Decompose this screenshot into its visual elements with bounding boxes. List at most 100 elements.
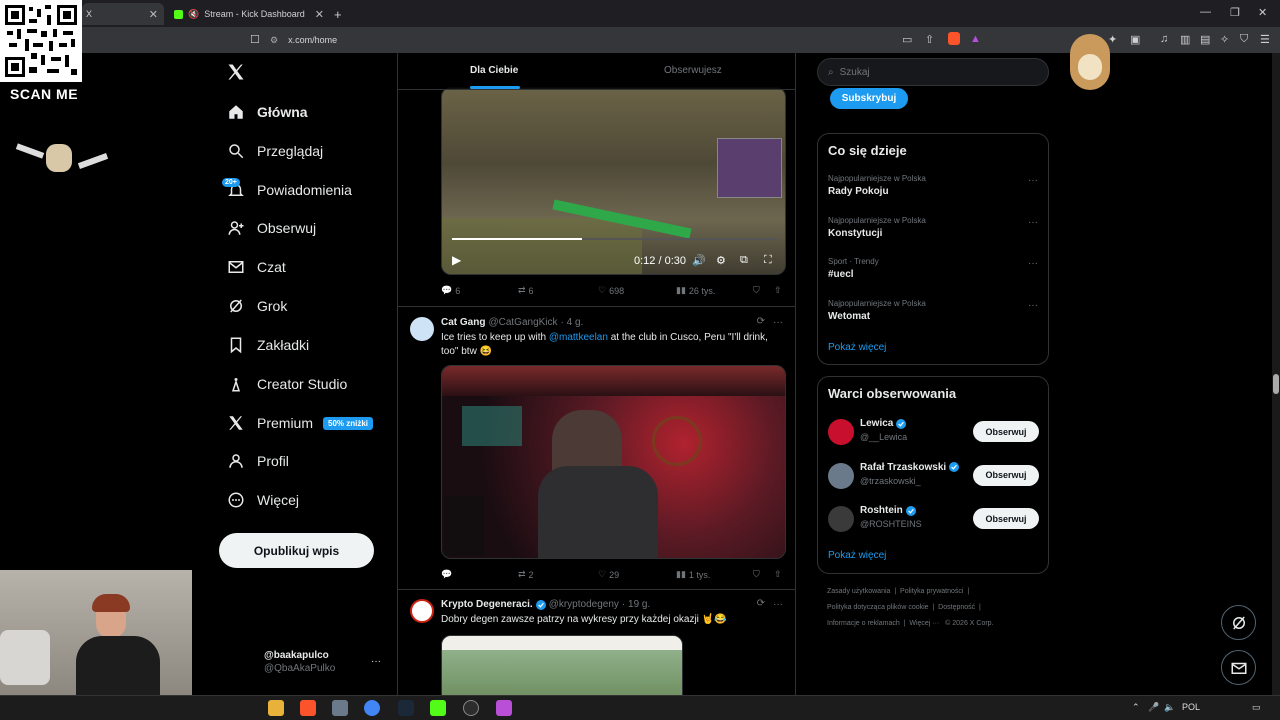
search-input[interactable]: ⌕ Szukaj [817, 58, 1049, 86]
brave-icon[interactable] [300, 700, 316, 716]
nav-item-1[interactable]: Przeglądaj [226, 136, 323, 166]
nav-item-0[interactable]: Główna [226, 97, 308, 127]
vpn-icon[interactable]: ⛉ [1240, 33, 1248, 46]
tab-for-you[interactable]: Dla Ciebie [470, 65, 518, 76]
views-button[interactable]: ▮▮ 26 tys. [676, 285, 715, 296]
tweet-time[interactable]: · 4 g. [561, 317, 584, 328]
bookmark-button[interactable]: ⛉ [753, 285, 760, 296]
trends-show-more[interactable]: Pokaż więcej [828, 342, 886, 353]
tweet-time[interactable]: · 19 g. [622, 599, 650, 610]
nav-item-8[interactable]: Premium 50% zniżki [226, 408, 374, 438]
cast-icon[interactable]: ▭ [902, 33, 912, 46]
share-button[interactable]: ⇧ [774, 569, 782, 580]
post-button[interactable]: Opublikuj wpis [219, 533, 374, 568]
who-name[interactable]: Rafał Trzaskowski [860, 462, 960, 473]
share-button[interactable]: ⇧ [774, 285, 782, 296]
avatar[interactable] [828, 419, 854, 445]
mention-link[interactable]: @mattkeelan [549, 332, 608, 343]
avatar[interactable] [410, 599, 434, 623]
avatar[interactable] [410, 317, 434, 341]
share-icon[interactable]: ⇧ [925, 33, 934, 46]
kick-icon[interactable] [430, 700, 446, 716]
restore-icon[interactable]: ❐ [1230, 6, 1240, 19]
close-icon[interactable]: ✕ [149, 8, 158, 21]
footer-link[interactable]: Polityka prywatności [900, 588, 963, 595]
x-logo-icon[interactable] [226, 62, 246, 87]
bookmark-button[interactable]: ⛉ [753, 569, 760, 580]
trend-more-icon[interactable]: ··· [1028, 258, 1038, 269]
volume-icon[interactable]: 🔊 [692, 254, 706, 267]
notifications-icon[interactable]: ▭ [1252, 702, 1261, 713]
play-icon[interactable]: ▶ [452, 253, 472, 269]
fullscreen-icon[interactable]: ⛶ [764, 254, 772, 267]
nav-item-6[interactable]: Zakładki [226, 330, 309, 360]
follow-button[interactable]: Obserwuj [973, 508, 1039, 529]
trend-more-icon[interactable]: ··· [1028, 217, 1038, 228]
settings-icon[interactable]: ⚙ [716, 254, 726, 267]
footer-link[interactable]: Więcej ··· [909, 620, 939, 627]
author-handle[interactable]: @kryptodegeny [549, 599, 619, 610]
menu-icon[interactable]: ☰ [1260, 33, 1270, 46]
who-show-more[interactable]: Pokaż więcej [828, 550, 886, 561]
close-icon[interactable]: ✕ [315, 8, 324, 21]
footer-link[interactable]: Zasady użytkowania [827, 588, 890, 595]
grok-icon[interactable]: ⟳ [757, 316, 765, 327]
streamlabs-icon[interactable] [496, 700, 512, 716]
tweet-more-icon[interactable]: ··· [773, 317, 783, 328]
site-settings-icon[interactable]: ⚙ [270, 35, 278, 46]
media-icon[interactable]: ♫ [1160, 33, 1168, 45]
author-name[interactable]: Cat Gang [441, 317, 485, 328]
new-tab-button[interactable]: + [334, 3, 348, 25]
nav-item-10[interactable]: Więcej [226, 485, 299, 515]
follow-button[interactable]: Obserwuj [973, 421, 1039, 442]
app-icon[interactable] [332, 700, 348, 716]
nav-item-3[interactable]: Obserwuj [226, 213, 316, 243]
leo-icon[interactable]: ✧ [1220, 33, 1229, 46]
who-name[interactable]: Lewica [860, 418, 907, 429]
nav-item-7[interactable]: Creator Studio [226, 369, 347, 399]
reply-button[interactable]: 💬 [441, 569, 455, 580]
sidebar-icon[interactable]: ▥ [1180, 33, 1190, 46]
footer-link[interactable]: Polityka dotycząca plików cookie [827, 604, 929, 611]
grok-icon[interactable]: ⟳ [757, 598, 765, 609]
scrollbar-thumb[interactable] [1273, 374, 1279, 394]
trend-more-icon[interactable]: ··· [1028, 300, 1038, 311]
follow-button[interactable]: Obserwuj [973, 464, 1039, 486]
views-button[interactable]: ▮▮ 1 tys. [676, 569, 710, 580]
repost-button[interactable]: ⇄ 6 [518, 285, 534, 296]
wallet2-icon[interactable]: ▤ [1200, 33, 1210, 46]
like-button[interactable]: ♡ 29 [598, 569, 619, 580]
nav-item-5[interactable]: Grok [226, 291, 287, 321]
who-name[interactable]: Roshtein [860, 505, 916, 516]
messages-fab[interactable] [1221, 650, 1256, 685]
minimize-icon[interactable]: — [1200, 6, 1211, 18]
mic-icon[interactable]: 🎤 [1148, 702, 1159, 713]
avatar[interactable] [828, 462, 854, 489]
tray-chevron-icon[interactable]: ⌃ [1132, 702, 1140, 713]
tab-following[interactable]: Obserwujesz [664, 65, 722, 76]
bookmark-page-icon[interactable]: ☐ [250, 33, 260, 46]
tweet-more-icon[interactable]: ··· [773, 599, 783, 610]
tab-kick-dashboard[interactable]: 🔇 Stream - Kick Dashboard ✕ [170, 3, 330, 25]
author-handle[interactable]: @CatGangKick [488, 317, 557, 328]
trend-more-icon[interactable]: ··· [1028, 175, 1038, 186]
avatar[interactable] [828, 506, 854, 532]
footer-link[interactable]: Informacje o reklamach [827, 620, 900, 627]
steam-icon[interactable] [398, 700, 414, 716]
grok-fab[interactable] [1221, 605, 1256, 640]
url-field[interactable]: ⚙ x.com/home [270, 31, 990, 49]
wallet-icon[interactable]: ▣ [1130, 33, 1140, 46]
subscribe-button[interactable]: Subskrybuj [830, 88, 908, 109]
like-button[interactable]: ♡ 698 [598, 285, 624, 296]
close-window-icon[interactable]: ✕ [1258, 6, 1267, 19]
brave-shield-icon[interactable] [948, 32, 960, 45]
footer-link[interactable]: Dostępność [938, 604, 975, 611]
video-player[interactable]: ▶ 0:12 / 0:30 🔊 ⚙ ⧉ ⛶ [441, 87, 786, 275]
file-explorer-icon[interactable] [268, 700, 284, 716]
repost-button[interactable]: ⇄ 2 [518, 569, 534, 580]
account-more-icon[interactable]: ··· [371, 656, 381, 667]
tweet-video[interactable] [441, 365, 786, 559]
obs-icon[interactable] [463, 700, 479, 716]
tab-x[interactable]: X ✕ [82, 3, 164, 25]
nav-item-2[interactable]: Powiadomienia [226, 175, 352, 205]
